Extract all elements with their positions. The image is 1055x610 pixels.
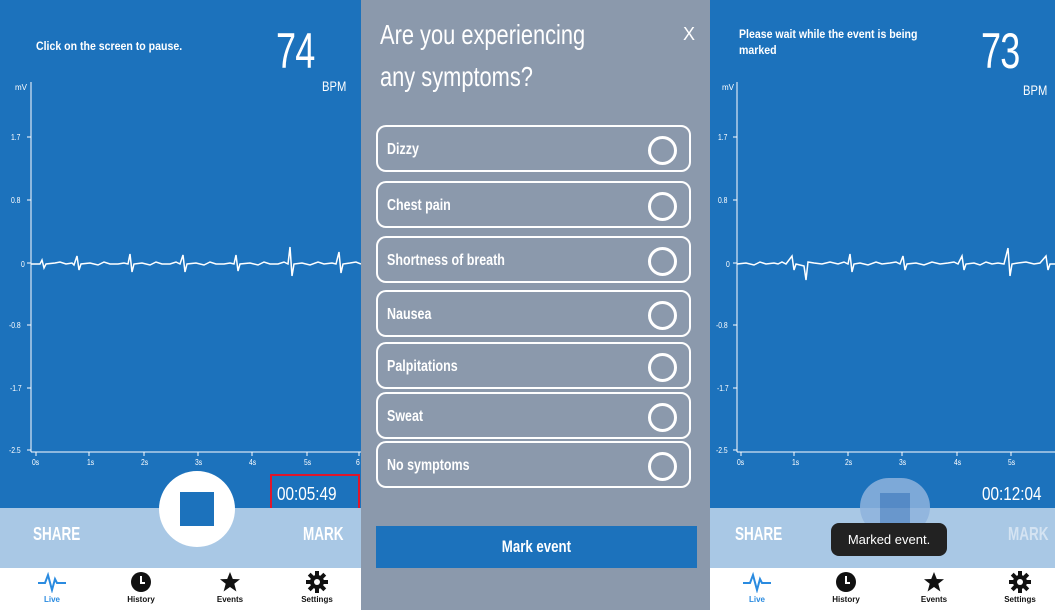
tab-label: Settings <box>301 595 333 604</box>
x-tick: 2s <box>845 458 853 467</box>
gear-icon <box>306 571 328 593</box>
radio-icon <box>648 192 677 221</box>
stop-button[interactable] <box>159 471 235 547</box>
ecg-trace <box>31 246 361 277</box>
tab-bar: Live History Events Settings <box>710 568 1055 610</box>
tab-label: Settings <box>1004 595 1036 604</box>
tab-history[interactable]: History <box>111 568 171 610</box>
heartbeat-icon <box>38 571 66 593</box>
option-palpitations[interactable]: Palpitations <box>376 342 691 389</box>
option-label: No symptoms <box>387 457 470 474</box>
radio-icon <box>648 247 677 276</box>
x-tick: 3s <box>899 458 907 467</box>
option-chest-pain[interactable]: Chest pain <box>376 181 691 228</box>
share-button[interactable]: SHARE <box>33 524 80 545</box>
option-no-symptoms[interactable]: No symptoms <box>376 441 691 488</box>
x-tick: 5s <box>304 458 312 467</box>
x-tick: 1s <box>792 458 800 467</box>
tab-settings[interactable]: Settings <box>287 568 347 610</box>
option-shortness-of-breath[interactable]: Shortness of breath <box>376 236 691 283</box>
option-label: Sweat <box>387 408 424 425</box>
tab-live[interactable]: Live <box>727 568 787 610</box>
radio-icon <box>648 136 677 165</box>
option-sweat[interactable]: Sweat <box>376 392 691 439</box>
x-tick: 1s <box>87 458 95 467</box>
tab-events[interactable]: Events <box>200 568 260 610</box>
radio-icon <box>648 403 677 432</box>
tab-label: History <box>832 595 860 604</box>
tab-history[interactable]: History <box>816 568 876 610</box>
mark-event-label: Mark event <box>501 537 572 556</box>
option-label: Shortness of breath <box>387 252 505 269</box>
clock-icon <box>836 572 856 592</box>
tab-label: Events <box>216 595 244 604</box>
recording-timer: 00:12:04 <box>982 484 1042 504</box>
tab-settings[interactable]: Settings <box>990 568 1050 610</box>
x-tick: 0s <box>737 458 745 467</box>
tab-label: Live <box>748 595 765 604</box>
symptoms-dialog: Are you experiencing any symptoms? X Diz… <box>361 0 710 610</box>
option-dizzy[interactable]: Dizzy <box>376 125 691 172</box>
tab-bar: Live History Events Settings <box>0 568 361 610</box>
tab-live[interactable]: Live <box>22 568 82 610</box>
ecg-trace <box>736 247 1055 281</box>
x-tick: 4s <box>249 458 257 467</box>
tab-label: Events <box>920 595 948 604</box>
clock-icon <box>131 572 151 592</box>
tab-label: Live <box>43 595 60 604</box>
ecg-chart <box>27 82 361 456</box>
radio-icon <box>648 301 677 330</box>
x-tick: 4s <box>954 458 962 467</box>
close-button[interactable]: X <box>683 24 695 45</box>
option-label: Nausea <box>387 306 432 323</box>
gear-icon <box>1009 571 1031 593</box>
option-label: Chest pain <box>387 197 451 214</box>
dialog-question: Are you experiencing any symptoms? <box>380 19 586 92</box>
stop-icon <box>180 492 214 526</box>
x-tick: 0s <box>32 458 40 467</box>
heartbeat-icon <box>743 571 771 593</box>
ecg-chart <box>733 82 1055 456</box>
marking-screen: Please wait while the event is being mar… <box>710 0 1055 610</box>
x-tick: 3s <box>195 458 203 467</box>
radio-icon <box>648 452 677 481</box>
tab-events[interactable]: Events <box>904 568 964 610</box>
option-label: Palpitations <box>387 358 458 375</box>
radio-icon <box>648 353 677 382</box>
share-button[interactable]: SHARE <box>735 524 782 545</box>
toast-message: Marked event. <box>831 523 947 556</box>
option-nausea[interactable]: Nausea <box>376 290 691 337</box>
x-tick: 5s <box>1008 458 1016 467</box>
live-screen: Click on the screen to pause. 74 BPM mV … <box>0 0 361 610</box>
x-tick: 2s <box>141 458 149 467</box>
star-icon <box>220 572 240 592</box>
option-label: Dizzy <box>387 141 419 158</box>
stop-icon <box>880 493 910 523</box>
star-icon <box>924 572 944 592</box>
mark-button[interactable]: MARK <box>303 524 344 545</box>
mark-event-button[interactable]: Mark event <box>376 526 697 568</box>
x-tick: 6 <box>356 458 360 467</box>
mark-button-disabled: MARK <box>1008 524 1049 544</box>
tab-label: History <box>127 595 155 604</box>
